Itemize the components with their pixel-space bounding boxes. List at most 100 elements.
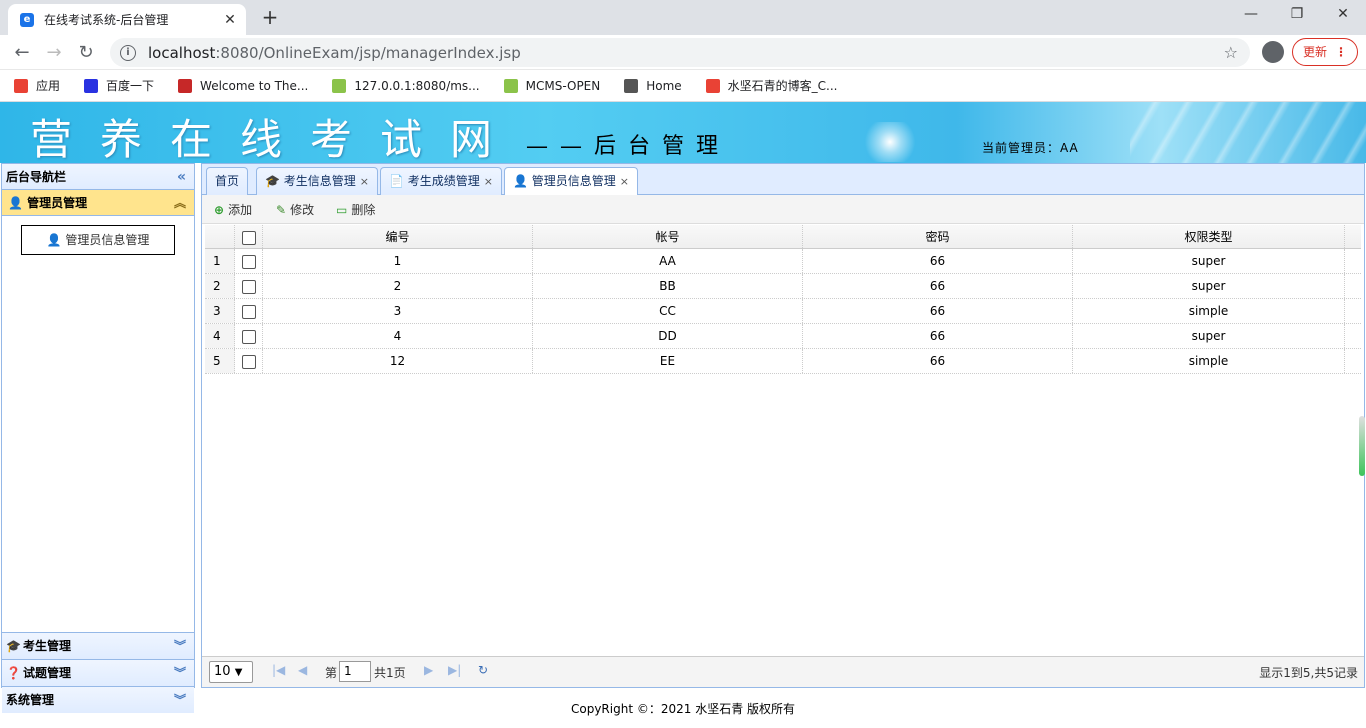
page-number-input[interactable]: 1 [339, 661, 371, 682]
accordion-admin-management[interactable]: 👤 管理员管理 ︽ [2, 190, 194, 216]
row-checkbox[interactable] [241, 329, 256, 344]
chevron-up-icon[interactable]: ︽ [174, 190, 186, 216]
collapse-sidebar-icon[interactable]: « [177, 164, 186, 190]
table-row[interactable]: 3 3 CC 66 simple [205, 299, 1361, 324]
chevron-down-icon: ▼ [234, 667, 243, 678]
close-window-icon[interactable]: ✕ [1320, 0, 1366, 30]
scrollbar-thumb[interactable] [1359, 416, 1365, 476]
refresh-icon[interactable]: ↻ [478, 663, 488, 677]
grid-header: 编号 帐号 密码 权限类型 [205, 225, 1361, 249]
address-bar[interactable]: i localhost:8080/OnlineExam/jsp/managerI… [110, 38, 1250, 67]
back-icon[interactable]: ← [10, 41, 34, 65]
prev-page-icon[interactable]: ◀ [298, 663, 307, 677]
bookmark-item[interactable]: 百度一下 [84, 77, 154, 94]
row-checkbox[interactable] [241, 354, 256, 369]
table-row[interactable]: 1 1 AA 66 super [205, 249, 1361, 274]
column-header[interactable]: 权限类型 [1073, 225, 1345, 248]
column-header[interactable]: 帐号 [533, 225, 803, 248]
bookmark-label: 应用 [36, 79, 61, 93]
reload-icon[interactable]: ↻ [74, 41, 98, 65]
accordion-body: 👤 管理员信息管理 [2, 216, 194, 632]
menu-dots-icon: ⋮ [1335, 45, 1347, 59]
record-summary: 显示1到5,共5记录 [1259, 666, 1358, 680]
next-page-icon[interactable]: ▶ [424, 663, 433, 677]
cell-account: BB [533, 274, 803, 298]
browser-tab-title: 在线考试系统-后台管理 [44, 13, 169, 27]
user-icon: 👤 [513, 174, 528, 188]
row-checkbox[interactable] [241, 279, 256, 294]
accordion-group[interactable]: 🎓 考生管理 ︾ [2, 632, 194, 659]
new-tab-button[interactable]: + [258, 6, 282, 30]
add-icon: ⊕ [214, 202, 225, 217]
forward-icon[interactable]: → [42, 41, 66, 65]
cell-id: 12 [263, 349, 533, 373]
student-icon: 🎓 [265, 174, 280, 188]
close-tab-icon[interactable]: × [620, 175, 629, 188]
bookmark-label: 127.0.0.1:8080/ms... [354, 78, 480, 93]
browser-toolbar: ← → ↻ i localhost:8080/OnlineExam/jsp/ma… [0, 35, 1366, 70]
cell-password: 66 [803, 299, 1073, 323]
grid-toolbar: ⊕ 添加 ✎ 修改 ▭ 删除 [202, 195, 1364, 224]
table-row[interactable]: 2 2 BB 66 super [205, 274, 1361, 299]
table-row[interactable]: 4 4 DD 66 super [205, 324, 1361, 349]
bookmark-item[interactable]: MCMS-OPEN [503, 78, 601, 93]
cell-password: 66 [803, 324, 1073, 348]
page-prefix: 第 [325, 666, 338, 680]
page-size-select[interactable]: 10 ▼ [209, 661, 253, 683]
sidebar-title: 后台导航栏 [6, 170, 67, 184]
tab-student-scores[interactable]: 📄 考生成绩管理 × [380, 167, 503, 195]
profile-avatar-icon[interactable] [1262, 41, 1284, 63]
row-checkbox[interactable] [241, 254, 256, 269]
document-icon: 📄 [389, 174, 404, 188]
row-checkbox[interactable] [241, 304, 256, 319]
chevron-down-icon[interactable]: ︾ [174, 660, 186, 686]
graduate-icon: 🎓 [6, 639, 21, 653]
cell-account: EE [533, 349, 803, 373]
cell-id: 1 [263, 249, 533, 273]
first-page-icon[interactable]: |◀ [272, 663, 285, 677]
cell-account: DD [533, 324, 803, 348]
bookmark-star-icon[interactable]: ☆ [1224, 43, 1238, 62]
cell-account: CC [533, 299, 803, 323]
row-number: 3 [205, 299, 235, 323]
close-tab-icon[interactable]: ✕ [220, 12, 240, 28]
chevron-down-icon[interactable]: ︾ [174, 633, 186, 659]
column-header[interactable]: 密码 [803, 225, 1073, 248]
close-tab-icon[interactable]: × [484, 175, 493, 188]
bookmark-favicon-icon [624, 78, 639, 93]
column-header[interactable]: 编号 [263, 225, 533, 248]
select-all-checkbox[interactable] [241, 230, 256, 245]
bookmark-item[interactable]: 应用 [14, 77, 60, 94]
browser-tab[interactable]: e 在线考试系统-后台管理 ✕ [8, 4, 246, 35]
close-tab-icon[interactable]: × [360, 175, 369, 188]
last-page-icon[interactable]: ▶| [448, 663, 461, 677]
bookmark-favicon-icon [705, 78, 720, 93]
row-number: 5 [205, 349, 235, 373]
tab-admin-info[interactable]: 👤 管理员信息管理 × [504, 167, 639, 196]
sidebar: 后台导航栏 « 👤 管理员管理 ︽ 👤 管理员信息管理 🎓 考生管理 ︾ ❓ 试题管理 ︾… [1, 163, 195, 713]
cell-id: 4 [263, 324, 533, 348]
accordion-group[interactable]: ❓ 试题管理 ︾ [2, 659, 194, 686]
site-subtitle: ——后台管理 [526, 134, 731, 159]
tab-student-info[interactable]: 🎓 考生信息管理 × [256, 167, 379, 195]
bookmark-label: MCMS-OPEN [525, 78, 601, 93]
bookmark-favicon-icon [14, 78, 28, 93]
bookmark-item[interactable]: Welcome to The... [178, 78, 308, 93]
update-button[interactable]: 更新 ⋮ [1292, 38, 1358, 66]
cell-id: 2 [263, 274, 533, 298]
table-row[interactable]: 5 12 EE 66 simple [205, 349, 1361, 374]
site-info-icon[interactable]: i [120, 44, 136, 61]
cell-password: 66 [803, 274, 1073, 298]
minimize-icon[interactable]: — [1228, 0, 1274, 30]
restore-icon[interactable]: ❐ [1274, 0, 1320, 30]
delete-button[interactable]: ▭ 删除 [336, 201, 375, 218]
add-button[interactable]: ⊕ 添加 [214, 201, 252, 218]
admin-info-menu-button[interactable]: 👤 管理员信息管理 [21, 225, 175, 255]
bookmarks-bar: 应用 百度一下 Welcome to The... 127.0.0.1:8080/ms… [0, 70, 1366, 102]
bookmark-item[interactable]: 水坚石青的博客_C... [705, 77, 838, 94]
light-flare-decoration [860, 122, 920, 162]
tab-home[interactable]: 首页 [206, 167, 249, 195]
bookmark-item[interactable]: 127.0.0.1:8080/ms... [332, 78, 480, 93]
bookmark-item[interactable]: Home [624, 78, 682, 93]
edit-button[interactable]: ✎ 修改 [276, 201, 314, 218]
